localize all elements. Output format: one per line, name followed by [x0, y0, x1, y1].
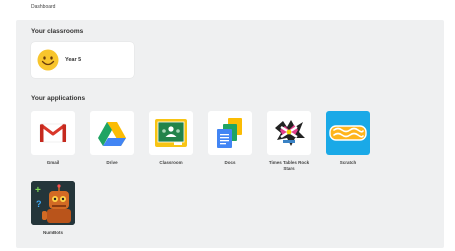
app-label: Scratch — [339, 160, 357, 165]
google-docs-icon — [217, 118, 242, 148]
app-label: Drive — [106, 160, 118, 165]
smiley-emoji-icon — [37, 49, 59, 71]
classroom-label: Year 5 — [65, 57, 82, 63]
classroom-card-year-5[interactable]: Year 5 — [31, 42, 134, 78]
app-tile[interactable]: + ? — [31, 181, 75, 225]
app-gmail[interactable]: Gmail — [28, 111, 78, 166]
top-bar: Dashboard — [0, 0, 455, 20]
google-drive-icon — [98, 122, 126, 146]
app-tile[interactable] — [31, 111, 75, 155]
app-numbots[interactable]: + ? NumBots — [28, 181, 78, 236]
gmail-icon — [39, 123, 67, 143]
app-docs[interactable]: Docs — [205, 111, 255, 166]
applications-heading: Your applications — [31, 95, 86, 102]
classrooms-heading: Your classrooms — [31, 28, 84, 35]
app-label: NumBots — [43, 230, 63, 235]
app-classroom[interactable]: Classroom — [146, 111, 196, 166]
numbots-icon: + ? — [31, 181, 75, 225]
page-title: Dashboard — [31, 4, 56, 10]
app-tile[interactable] — [149, 111, 193, 155]
app-tile[interactable] — [326, 111, 370, 155]
app-tile[interactable] — [90, 111, 134, 155]
app-label: Gmail — [46, 160, 60, 165]
app-label: Classroom — [159, 160, 183, 165]
svg-text:?: ? — [36, 199, 42, 209]
app-drive[interactable]: Drive — [87, 111, 137, 166]
scratch-icon — [329, 125, 367, 141]
app-label: Times Tables Rock Stars — [268, 160, 310, 171]
app-scratch[interactable]: Scratch — [323, 111, 373, 166]
svg-text:+: + — [35, 185, 41, 196]
app-times-tables-rock-stars[interactable]: Times Tables Rock Stars — [264, 111, 314, 172]
dashboard-panel: Your classrooms Year 5 Your applications… — [16, 20, 444, 248]
app-tile[interactable] — [208, 111, 252, 155]
app-label: Docs — [224, 160, 236, 165]
app-tile[interactable] — [267, 111, 311, 155]
google-classroom-icon — [155, 119, 187, 147]
times-tables-rock-stars-icon — [275, 120, 305, 146]
